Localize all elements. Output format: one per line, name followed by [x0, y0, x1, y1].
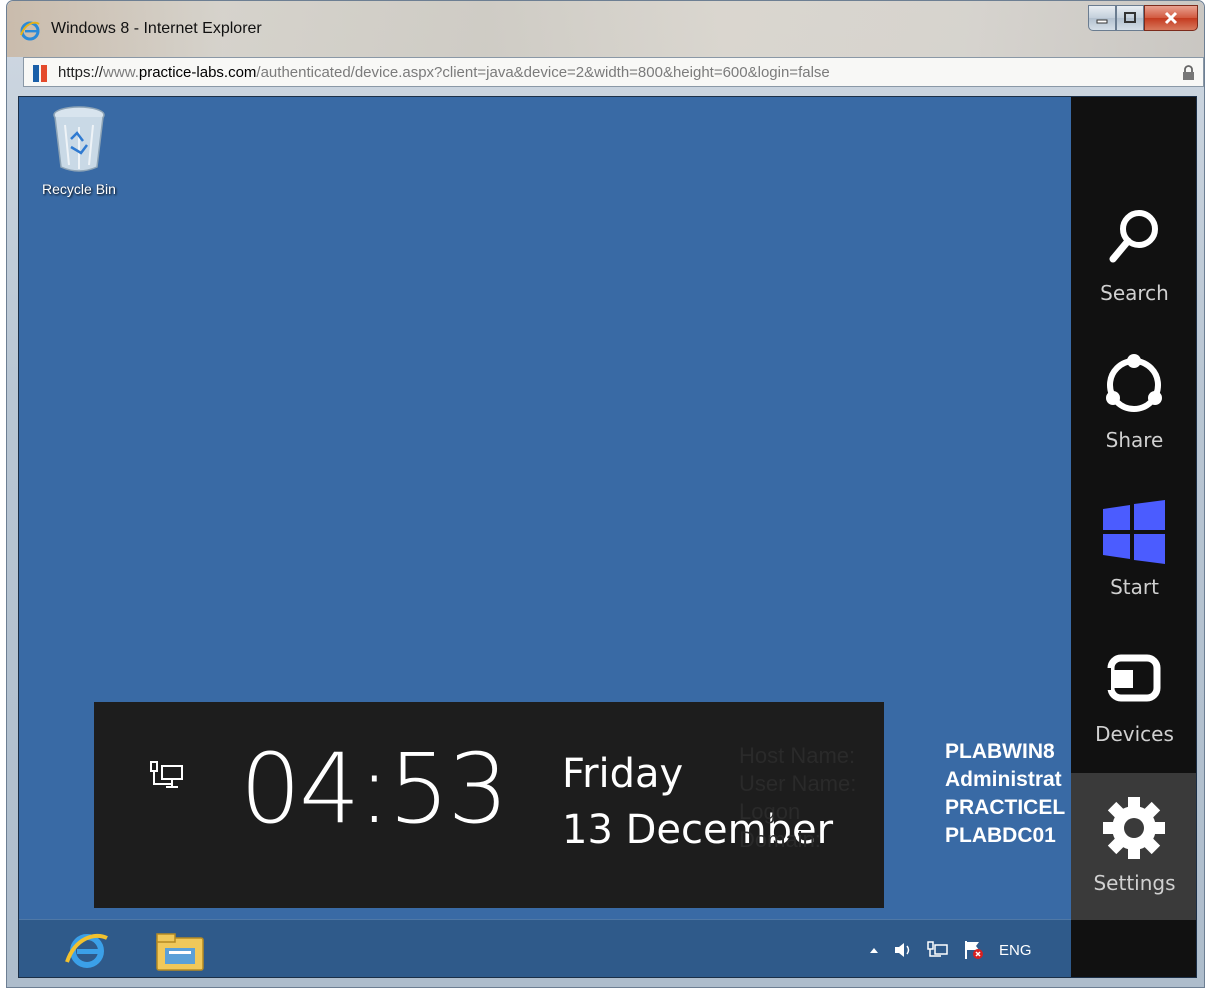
- network-icon: [150, 761, 183, 788]
- url-path: /authenticated/device.aspx?client=java&d…: [256, 64, 830, 81]
- action-center-button[interactable]: [963, 938, 985, 962]
- window-title: Windows 8 - Internet Explorer: [51, 20, 262, 37]
- user-name-label: User Name:: [739, 771, 857, 796]
- clock-day: Friday: [562, 751, 684, 797]
- charm-start[interactable]: Start: [1071, 487, 1196, 634]
- lock-icon[interactable]: [1182, 65, 1195, 81]
- search-icon: [1109, 210, 1158, 263]
- windows-logo-icon: [1103, 500, 1165, 564]
- share-icon: [1106, 354, 1162, 412]
- clock-panel: 04:53 Friday 13 December Host Name: User…: [94, 702, 884, 908]
- clock-time: 04:53: [240, 733, 509, 845]
- address-bar[interactable]: https://www.practice-labs.com/authentica…: [23, 57, 1204, 87]
- charm-settings-label: Settings: [1093, 871, 1176, 895]
- url-text[interactable]: https://www.practice-labs.com/authentica…: [58, 64, 830, 81]
- system-info-values: PLABWIN8 Administrat PRACTICEL PLABDC01: [945, 738, 1071, 850]
- maximize-button[interactable]: [1116, 5, 1144, 31]
- url-domain: practice-labs.com: [138, 64, 257, 81]
- title-bar[interactable]: Windows 8 - Internet Explorer: [7, 1, 1204, 53]
- logon-domain-value: PRACTICEL: [945, 796, 1066, 819]
- recycle-bin-icon: [53, 106, 105, 172]
- host-name-value: PLABWIN8: [945, 740, 1055, 763]
- logon-server-value: PLABDC01: [945, 824, 1056, 847]
- network-icon: [927, 941, 948, 957]
- charm-share[interactable]: Share: [1071, 340, 1196, 487]
- network-status-button[interactable]: [927, 938, 949, 962]
- recycle-bin-shortcut[interactable]: Recycle Bin: [29, 105, 129, 197]
- volume-button[interactable]: [893, 938, 913, 962]
- user-name-value: Administrat: [945, 768, 1062, 791]
- flag-error-icon: [965, 941, 983, 959]
- chevron-up-icon: [870, 948, 878, 953]
- internet-explorer-icon[interactable]: [65, 930, 109, 970]
- charms-bar: Search Share Start Devices Settings: [1071, 97, 1196, 977]
- charm-search[interactable]: Search: [1071, 193, 1196, 340]
- maximize-icon: [1124, 12, 1136, 23]
- speaker-icon: [895, 943, 910, 957]
- charm-settings[interactable]: Settings: [1071, 773, 1196, 920]
- close-button[interactable]: [1144, 5, 1198, 31]
- devices-icon: [1101, 654, 1161, 702]
- url-prefix: www.: [103, 64, 139, 81]
- input-language-button[interactable]: ENG: [999, 938, 1032, 962]
- taskbar: ENG: [19, 919, 1071, 977]
- url-scheme: https://: [58, 64, 104, 81]
- charm-search-label: Search: [1100, 281, 1169, 305]
- host-name-label: Host Name:: [739, 743, 856, 768]
- file-explorer-icon[interactable]: [155, 932, 205, 972]
- remote-desktop-viewport[interactable]: Recycle Bin 04:53 Friday 13 December Hos…: [18, 96, 1197, 978]
- recycle-bin-label: Recycle Bin: [42, 181, 116, 197]
- charm-devices[interactable]: Devices: [1071, 634, 1196, 781]
- charm-devices-label: Devices: [1095, 722, 1174, 746]
- internet-explorer-icon: [20, 21, 40, 41]
- close-icon: [1164, 11, 1178, 25]
- charm-share-label: Share: [1105, 428, 1164, 452]
- charm-start-label: Start: [1110, 575, 1159, 599]
- window-controls: [1088, 5, 1198, 31]
- minimize-icon: [1096, 19, 1108, 24]
- system-info-labels: Host Name: User Name: Logon Domain:: [739, 742, 884, 854]
- gear-icon: [1103, 797, 1165, 859]
- logon-domain-label: Logon Domain:: [739, 799, 821, 852]
- site-favicon-icon: [33, 65, 47, 82]
- minimize-button[interactable]: [1088, 5, 1116, 31]
- system-tray: ENG: [869, 938, 1046, 962]
- show-hidden-icons-button[interactable]: [869, 938, 879, 962]
